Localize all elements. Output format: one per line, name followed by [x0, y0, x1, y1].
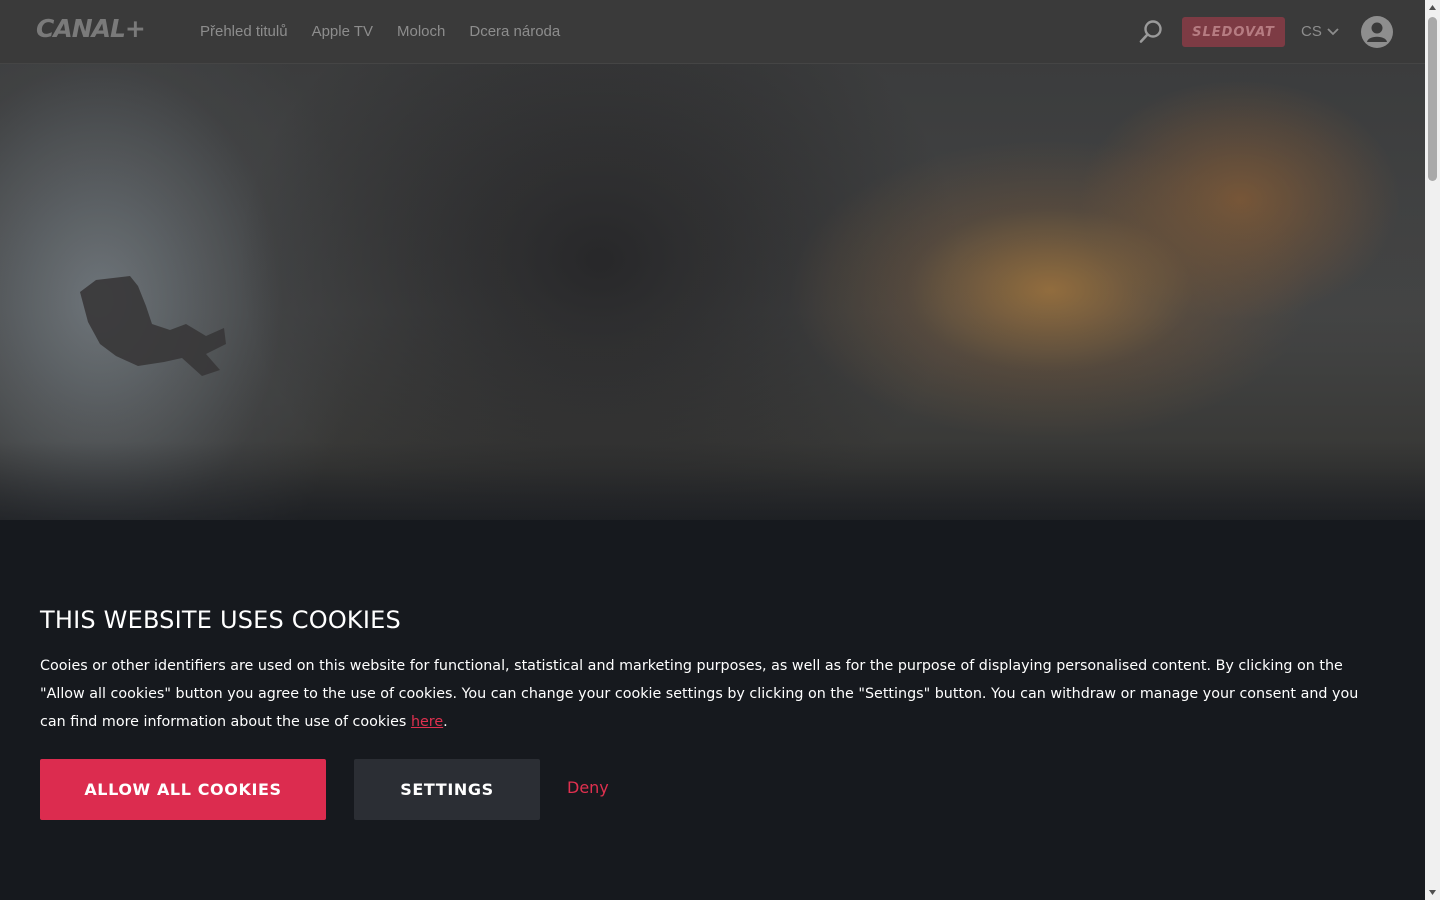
- main-nav: Přehled titulů Apple TV Moloch Dcera nár…: [200, 0, 560, 63]
- watch-button[interactable]: SLEDOVAT: [1182, 17, 1285, 47]
- language-selector[interactable]: CS: [1301, 22, 1340, 41]
- cookie-description-text: Cooies or other identifiers are used on …: [40, 658, 1359, 730]
- page: CANAL+ Přehled titulů Apple TV Moloch Dc…: [0, 0, 1440, 900]
- cookie-description: Cooies or other identifiers are used on …: [40, 652, 1380, 736]
- user-icon: [1367, 22, 1387, 42]
- chevron-down-icon: [1326, 22, 1340, 41]
- nav-item-moloch[interactable]: Moloch: [397, 23, 445, 40]
- top-navigation-bar: CANAL+ Přehled titulů Apple TV Moloch Dc…: [0, 0, 1425, 64]
- search-icon[interactable]: [1138, 19, 1164, 45]
- cookie-info-link[interactable]: here: [411, 714, 443, 730]
- cookie-title: THIS WEBSITE USES COOKIES: [40, 606, 401, 634]
- nav-item-dcera-naroda[interactable]: Dcera národa: [469, 23, 560, 40]
- nav-item-apple-tv[interactable]: Apple TV: [312, 23, 373, 40]
- allow-all-cookies-button[interactable]: ALLOW ALL COOKIES: [40, 759, 326, 820]
- hero-overlay: [0, 0, 1425, 520]
- cookie-settings-button[interactable]: SETTINGS: [354, 759, 540, 820]
- scrollbar-thumb[interactable]: [1428, 17, 1437, 181]
- language-label: CS: [1301, 23, 1322, 40]
- scroll-up-arrow-icon[interactable]: [1428, 3, 1437, 13]
- cookie-consent-banner: THIS WEBSITE USES COOKIES Cooies or othe…: [0, 520, 1425, 900]
- deny-cookies-button[interactable]: Deny: [567, 778, 609, 797]
- canal-plus-logo[interactable]: CANAL+: [36, 14, 146, 43]
- nav-item-prehled-titulu[interactable]: Přehled titulů: [200, 23, 288, 40]
- scroll-down-arrow-icon[interactable]: [1428, 887, 1437, 897]
- user-avatar[interactable]: [1361, 16, 1393, 48]
- vertical-scrollbar[interactable]: [1425, 0, 1440, 900]
- cookie-description-end: .: [443, 714, 448, 730]
